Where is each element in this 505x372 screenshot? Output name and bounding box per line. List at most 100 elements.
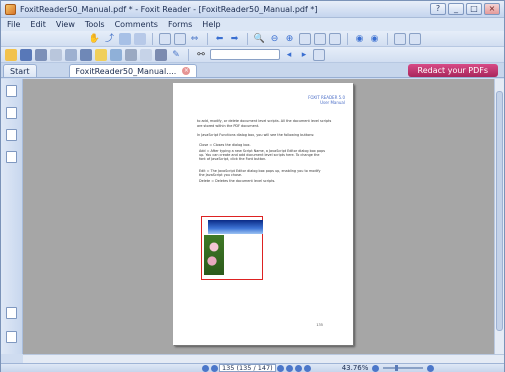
comments-panel-icon[interactable] [6, 331, 17, 343]
image-icon[interactable] [125, 48, 137, 61]
redact-promo-button[interactable]: Redact your PDFs [407, 64, 498, 77]
clipboard-icon[interactable] [133, 32, 146, 45]
select-text-icon[interactable]: ⤴ [104, 33, 116, 45]
search-previous-icon[interactable]: ◂ [283, 49, 295, 61]
menu-forms[interactable]: Forms [168, 20, 192, 29]
print-icon[interactable] [35, 48, 47, 61]
first-page-icon[interactable] [202, 364, 209, 372]
menu-view[interactable]: View [56, 20, 75, 29]
title-bar: FoxitReader50_Manual.pdf * - Foxit Reade… [1, 1, 504, 18]
bullet-item: Delete = Deletes the document level scri… [199, 179, 276, 183]
header-line-2: User Manual [320, 100, 345, 105]
toolbar-separator [346, 32, 348, 45]
forward-arrow-icon[interactable]: ➡ [229, 33, 241, 45]
scan-icon[interactable] [65, 48, 77, 61]
close-tab-icon[interactable]: × [182, 67, 191, 75]
bullet-item: Edit = The JavaScript Editor dialog box … [199, 169, 321, 178]
layers-icon[interactable] [6, 129, 17, 141]
pages-icon[interactable] [6, 107, 17, 119]
menu-file[interactable]: File [7, 20, 20, 29]
toolbar-separator [151, 32, 153, 45]
window-title: FoxitReader50_Manual.pdf * - Foxit Reade… [20, 4, 318, 14]
menu-help[interactable]: Help [202, 20, 220, 29]
search-options-icon[interactable] [313, 48, 325, 61]
navigation-panel [1, 79, 23, 354]
maximize-icon[interactable]: □ [466, 3, 482, 15]
toolbar-separator [188, 48, 189, 61]
next-page-status-icon[interactable] [276, 364, 284, 372]
status-bar: 135 (135 / 147) 43.76% [1, 363, 504, 372]
snapshot-icon[interactable] [118, 32, 131, 45]
back-arrow-icon[interactable]: ⬅ [214, 33, 226, 45]
save-icon[interactable] [20, 48, 32, 61]
zoom-slider[interactable] [383, 365, 424, 371]
search-input[interactable] [210, 49, 280, 60]
zoom-icon[interactable]: 🔍 [254, 33, 266, 45]
email-icon[interactable] [50, 48, 62, 61]
zoom-out-status-icon[interactable] [372, 364, 380, 372]
page-header: FOXIT READER 5.0 User Manual [308, 95, 345, 105]
vertical-scrollbar[interactable] [494, 79, 504, 354]
security-icon[interactable] [6, 307, 17, 319]
pencil-icon[interactable]: ✎ [170, 49, 182, 61]
bullet-item: Add = After typing a new Script Name, a … [199, 149, 326, 162]
zoom-in-icon[interactable]: ⊕ [284, 33, 296, 45]
forward-view-icon[interactable] [303, 364, 311, 372]
intro-paragraph-2: In JavaScript Functions dialog box, you … [197, 133, 315, 137]
open-folder-icon[interactable] [5, 48, 17, 61]
bookmarks-icon[interactable] [6, 85, 17, 97]
zoom-slider-thumb[interactable] [395, 365, 399, 371]
zoom-value[interactable]: 43.76% [342, 364, 369, 372]
toolbar-separator [206, 32, 208, 45]
menu-tools[interactable]: Tools [85, 20, 105, 29]
single-page-icon[interactable] [298, 32, 311, 45]
page-number-field[interactable]: 135 (135 / 147) [219, 364, 276, 372]
search-next-icon[interactable]: ▸ [298, 49, 310, 61]
typewriter-icon[interactable] [80, 48, 92, 61]
app-window: FoxitReader50_Manual.pdf * - Foxit Reade… [0, 0, 505, 372]
menu-comments[interactable]: Comments [115, 20, 158, 29]
back-view-icon[interactable] [294, 364, 302, 372]
previous-page-icon[interactable]: ◉ [354, 33, 366, 45]
workspace: FOXIT READER 5.0 User Manual to add, mod… [1, 79, 504, 363]
minimize-icon[interactable]: _ [448, 3, 464, 15]
tab-document-label: FoxitReader50_Manual.... [75, 66, 177, 76]
toolbar-bottom: ✎ ⚯ ◂ ▸ [1, 47, 504, 63]
scroll-thumb[interactable] [496, 91, 503, 331]
facing-icon[interactable] [408, 32, 421, 45]
attachments-icon[interactable] [6, 151, 17, 163]
two-page-icon[interactable] [393, 32, 406, 45]
link-icon[interactable] [110, 48, 122, 61]
hand-icon[interactable]: ✋ [89, 33, 101, 45]
toolbar-top: ✋ ⤴ ⇔ ⬅ ➡ 🔍 ⊖ ⊕ ◉ ◉ [1, 31, 504, 47]
stamp-icon[interactable] [155, 48, 167, 61]
horizontal-scrollbar[interactable] [23, 354, 504, 363]
zoom-out-icon[interactable]: ⊖ [269, 33, 281, 45]
help-icon[interactable]: ? [430, 3, 446, 15]
redact-promo-label: Redact your PDFs [417, 66, 488, 75]
continuous-icon[interactable] [313, 32, 326, 45]
embedded-image-frame [201, 216, 263, 280]
last-page-icon[interactable] [285, 364, 293, 372]
note-icon[interactable] [95, 48, 107, 61]
text-box-icon[interactable] [140, 48, 152, 61]
previous-page-status-icon[interactable] [211, 364, 218, 372]
toolbar-separator [246, 32, 248, 45]
tab-start[interactable]: Start [3, 64, 37, 77]
foxit-app-icon [5, 3, 16, 15]
actual-size-icon[interactable] [158, 32, 171, 45]
next-page-icon[interactable]: ◉ [369, 33, 381, 45]
page-number: 135 [316, 323, 323, 327]
close-icon[interactable]: × [484, 3, 500, 15]
fit-width-icon[interactable]: ⇔ [189, 33, 201, 45]
menu-edit[interactable]: Edit [30, 20, 46, 29]
rotate-icon[interactable] [328, 32, 341, 45]
tab-document[interactable]: FoxitReader50_Manual.... × [68, 64, 198, 77]
binoculars-icon[interactable]: ⚯ [195, 49, 207, 61]
document-tab-bar: Start FoxitReader50_Manual.... × Redact … [1, 63, 504, 78]
pdf-page: FOXIT READER 5.0 User Manual to add, mod… [173, 83, 353, 345]
zoom-in-status-icon[interactable] [427, 364, 435, 372]
menu-bar: File Edit View Tools Comments Forms Help [1, 18, 504, 31]
fit-page-icon[interactable] [173, 32, 186, 45]
document-view[interactable]: FOXIT READER 5.0 User Manual to add, mod… [23, 79, 504, 354]
